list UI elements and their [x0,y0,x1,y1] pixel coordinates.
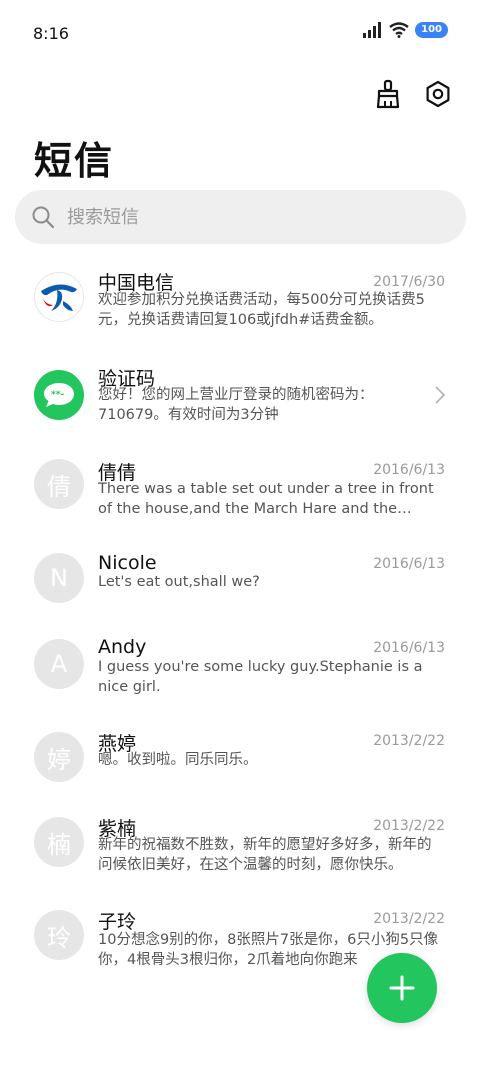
conversation-item[interactable]: 中国电信 2017/6/30 欢迎参加积分兑换话费活动，每500分可兑换话费5元… [0,262,480,342]
svg-text:**-: **- [51,390,64,400]
conversation-item[interactable]: 婷 燕婷 2013/2/22 嗯。收到啦。同乐同乐。 [0,729,480,809]
conversation-item[interactable]: 倩 倩倩 2016/6/13 There was a table set out… [0,456,480,536]
clean-button[interactable] [372,78,404,110]
avatar: **- [34,370,84,420]
broom-icon [376,79,400,109]
message-preview: I guess you're some lucky guy.Stephanie … [98,659,423,695]
avatar: 倩 [34,459,84,509]
message-date: 2016/6/13 [373,556,445,572]
message-date: 2013/2/22 [373,911,445,927]
toolbar [372,78,454,110]
message-date: 2013/2/22 [373,733,445,749]
conversation-item[interactable]: N Nicole 2016/6/13 Let's eat out,shall w… [0,550,480,630]
message-preview: 欢迎参加积分兑换话费活动，每500分可兑换话费5元，兑换话费请回复106或jfd… [98,292,425,328]
page-title: 短信 [34,139,115,183]
plus-icon [389,975,415,1001]
message-preview: Let's eat out,shall we? [98,574,260,590]
new-message-button[interactable] [367,953,437,1023]
avatar [34,272,84,322]
message-preview: 新年的祝福数不胜数，新年的愿望好多好多，新年的问候依旧美好，在这个温馨的时刻，愿… [98,837,432,873]
message-preview: 嗯。收到啦。同乐同乐。 [98,752,258,768]
status-icons: 100 [363,22,448,38]
avatar: 婷 [34,732,84,782]
avatar: 楠 [34,817,84,867]
settings-button[interactable] [422,78,454,110]
contact-name: Andy [98,636,147,658]
conversation-item[interactable]: **- 验证码 您好！您的网上营业厅登录的随机密码为：710679。有效时间为3… [0,362,480,442]
message-preview: 您好！您的网上营业厅登录的随机密码为：710679。有效时间为3分钟 [98,387,374,423]
status-bar: 8:16 100 [0,0,480,66]
search-bar[interactable] [15,190,466,244]
signal-icon [363,22,382,38]
battery-indicator: 100 [415,22,448,38]
conversation-item[interactable]: 楠 紫楠 2013/2/22 新年的祝福数不胜数，新年的愿望好多好多，新年的问候… [0,814,480,894]
avatar: 玲 [34,910,84,960]
chevron-right-icon [435,386,446,404]
search-input[interactable] [67,206,417,228]
avatar: N [34,553,84,603]
message-preview: There was a table set out under a tree i… [98,481,434,517]
gear-icon [426,80,450,108]
message-date: 2017/6/30 [373,274,445,290]
avatar: A [34,639,84,689]
message-date: 2016/6/13 [373,640,445,656]
china-telecom-logo [41,284,77,311]
wifi-icon [389,22,409,38]
contact-name: Nicole [98,552,157,574]
message-date: 2016/6/13 [373,462,445,478]
conversation-item[interactable]: A Andy 2016/6/13 I guess you're some luc… [0,636,480,716]
search-icon [32,206,55,229]
message-code-icon: **- [44,383,74,407]
status-time: 8:16 [33,24,69,43]
message-date: 2013/2/22 [373,818,445,834]
